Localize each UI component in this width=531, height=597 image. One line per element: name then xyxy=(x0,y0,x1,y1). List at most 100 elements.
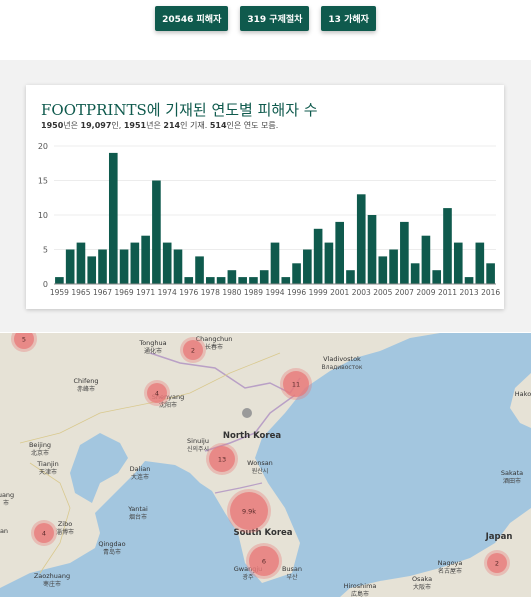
x-tick-label: 2009 xyxy=(416,288,435,297)
bar xyxy=(108,152,118,284)
map-place-label: Nagoya xyxy=(438,559,463,567)
chart-subtitle: 1950년은 19,097인, 1951년은 214인 기재. 514인은 연도… xyxy=(41,120,278,131)
border-line xyxy=(149,352,301,394)
bar xyxy=(259,270,269,284)
map-place-label: Sakata xyxy=(501,469,523,477)
bar xyxy=(400,221,409,284)
map-place-sublabel: 天津市 xyxy=(39,468,57,476)
bar xyxy=(119,249,129,284)
map-place-label: Hako xyxy=(515,390,531,398)
bar-chart: 0 5 10 15 20 1959 1965 1967 1969 1971 1974 1976 1978… xyxy=(38,142,501,297)
map-place-label: an xyxy=(0,527,8,535)
victims-button[interactable]: 20546 피해자 xyxy=(155,6,229,31)
map-place-sublabel: 広島市 xyxy=(351,590,369,597)
map-place-label: Tonghua xyxy=(138,339,166,347)
map-place-label: North Korea xyxy=(223,431,281,441)
cluster-count[interactable]: 9.9k xyxy=(242,508,256,516)
bar xyxy=(195,256,204,284)
road-line xyxy=(29,462,71,574)
x-tick-label: 2013 xyxy=(460,288,479,297)
bar xyxy=(184,277,194,284)
map-canvas[interactable]: Tonghua通化市Changchun长春市VladivostokВладиво… xyxy=(0,333,531,597)
bar xyxy=(292,263,301,284)
x-tick-label: 1967 xyxy=(93,288,112,297)
bar xyxy=(130,242,140,284)
x-tick-label: 1959 xyxy=(50,288,69,297)
cluster-count[interactable]: 13 xyxy=(218,456,226,464)
bar xyxy=(303,249,312,284)
map[interactable]: Tonghua 通化市 Changchun 长春市 Vladivostok Владиво… xyxy=(0,333,531,597)
bar xyxy=(324,242,334,284)
map-place-label: Yantai xyxy=(127,505,148,513)
subtitle-text: 년은 xyxy=(146,121,164,130)
top-bar: 20546 피해자 319 구제절차 13 가해자 xyxy=(0,0,531,60)
bar xyxy=(313,228,323,284)
remedies-button[interactable]: 319 구제절차 xyxy=(240,6,310,31)
map-place-sublabel: 淄博市 xyxy=(56,528,74,536)
bar xyxy=(65,249,75,284)
cluster-count[interactable]: 2 xyxy=(495,560,499,568)
y-tick-label: 5 xyxy=(43,246,48,255)
cluster-count[interactable]: 5 xyxy=(22,336,26,344)
perpetrators-button[interactable]: 13 가해자 xyxy=(321,6,376,31)
bar xyxy=(206,277,215,284)
x-tick-label: 1980 xyxy=(222,288,241,297)
bar xyxy=(421,235,431,284)
bar xyxy=(270,242,280,284)
y-tick-label: 15 xyxy=(38,177,48,186)
map-place-label: Tianjin xyxy=(36,460,58,468)
bar xyxy=(162,242,172,284)
map-place-sublabel: 北京市 xyxy=(31,449,49,457)
x-tick-label: 2005 xyxy=(373,288,392,297)
chart-title: FOOTPRINTS에 기재된 연도별 피해자 수 xyxy=(41,101,318,119)
bar xyxy=(356,194,366,284)
stats-buttons: 20546 피해자 319 구제절차 13 가해자 xyxy=(0,6,531,31)
x-tick-label: 1976 xyxy=(179,288,198,297)
y-tick-label: 0 xyxy=(43,280,48,289)
x-tick-label: 2016 xyxy=(481,288,500,297)
bar xyxy=(346,270,355,284)
map-place-sublabel: 신의주시 xyxy=(187,445,209,453)
cluster-count[interactable]: 2 xyxy=(191,347,195,355)
bar xyxy=(238,277,247,284)
bar xyxy=(378,256,388,284)
chart-card: FOOTPRINTS에 기재된 연도별 피해자 수 1950년은 19,097인… xyxy=(26,85,504,309)
bar xyxy=(475,242,485,284)
cluster-count[interactable]: 6 xyxy=(262,558,266,566)
x-tick-label: 1989 xyxy=(244,288,263,297)
subtitle-text: 인, xyxy=(111,121,124,130)
y-tick-label: 20 xyxy=(38,142,48,151)
map-place-sublabel: 부산 xyxy=(286,573,298,581)
bar xyxy=(464,277,474,284)
map-place-sublabel: 광주 xyxy=(242,574,254,581)
map-place-label: uang xyxy=(0,491,14,499)
subtitle-text: 년은 xyxy=(63,121,81,130)
map-place-sublabel: 烟台市 xyxy=(129,513,147,521)
bar xyxy=(432,270,442,284)
x-tick-label: 1978 xyxy=(201,288,220,297)
x-tick-label: 2001 xyxy=(330,288,349,297)
map-place-sublabel: 枣庄市 xyxy=(43,580,61,588)
map-place-sublabel: 大阪市 xyxy=(413,583,431,591)
bar xyxy=(55,277,64,284)
subtitle-count-1950: 19,097 xyxy=(80,121,112,130)
subtitle-text: 인은 연도 모름. xyxy=(226,121,279,130)
bar xyxy=(227,270,237,284)
map-place-label: Zaozhuang xyxy=(34,572,70,580)
map-place-label: Hiroshima xyxy=(344,582,377,590)
map-place-label: Osaka xyxy=(412,575,432,583)
x-tick-label: 1994 xyxy=(265,288,284,297)
subtitle-year-1951: 1951 xyxy=(123,121,147,130)
map-place-label: Beijing xyxy=(29,441,51,449)
subtitle-count-1951: 214 xyxy=(163,121,181,130)
cluster-count[interactable]: 11 xyxy=(292,381,300,389)
cluster-count[interactable]: 4 xyxy=(155,390,159,398)
map-place-sublabel: 长春市 xyxy=(205,343,223,351)
x-tick-label: 1971 xyxy=(136,288,155,297)
cluster-count[interactable]: 4 xyxy=(42,530,46,538)
map-place-sublabel: 青岛市 xyxy=(103,548,121,556)
bar xyxy=(367,215,377,284)
map-place-sublabel: 원산시 xyxy=(252,467,269,475)
map-place-sublabel: 市 xyxy=(3,499,9,507)
pyongyang-marker xyxy=(242,408,252,418)
